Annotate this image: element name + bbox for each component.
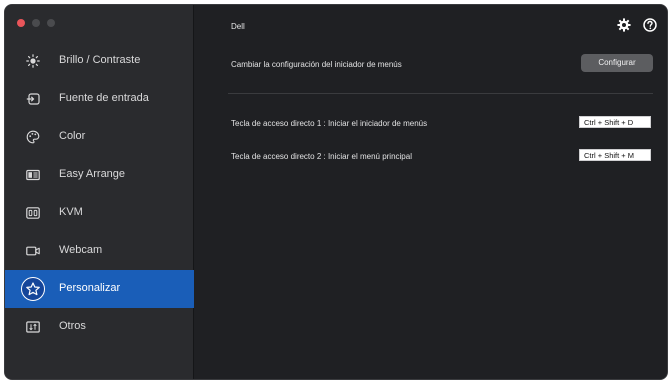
- header-actions: [617, 18, 657, 37]
- sidebar-nav: Brillo / Contraste Fuente de entrada Col…: [5, 42, 194, 346]
- sidebar-item-label: Personalizar: [59, 282, 121, 294]
- close-window-button[interactable]: [17, 19, 25, 27]
- kvm-icon: [25, 205, 41, 221]
- sidebar-item-label: Color: [59, 130, 86, 142]
- sidebar-item-label: Webcam: [59, 244, 103, 256]
- others-icon: [25, 319, 41, 335]
- sidebar-item-personalizar[interactable]: Personalizar: [5, 270, 194, 308]
- sidebar-item-label: Otros: [59, 320, 86, 332]
- menu-launcher-setting-label: Cambiar la configuración del iniciador d…: [231, 60, 402, 69]
- minimize-window-button[interactable]: [32, 19, 40, 27]
- sidebar-item-label: Fuente de entrada: [59, 92, 149, 104]
- webcam-icon: [25, 243, 41, 259]
- sidebar: Brillo / Contraste Fuente de entrada Col…: [5, 5, 194, 379]
- hotkey-2-label: Tecla de acceso directo 2 : Iniciar el m…: [231, 152, 412, 161]
- sidebar-item-label: Brillo / Contraste: [59, 54, 141, 66]
- sidebar-item-color[interactable]: Color: [5, 118, 194, 156]
- help-icon[interactable]: [643, 18, 657, 37]
- maximize-window-button[interactable]: [47, 19, 55, 27]
- sidebar-item-otros[interactable]: Otros: [5, 308, 194, 346]
- hotkey-2-field[interactable]: Ctrl + Shift + M: [579, 149, 651, 161]
- hotkey-1-field[interactable]: Ctrl + Shift + D: [579, 116, 651, 128]
- star-icon: [25, 281, 41, 297]
- sidebar-item-webcam[interactable]: Webcam: [5, 232, 194, 270]
- app-window: Brillo / Contraste Fuente de entrada Col…: [4, 4, 668, 380]
- hotkey-1-label: Tecla de acceso directo 1 : Iniciar el i…: [231, 119, 428, 128]
- sidebar-item-label: Easy Arrange: [59, 168, 126, 180]
- gear-icon[interactable]: [617, 18, 631, 37]
- main-panel: Dell Cambiar la configuración del inicia…: [194, 5, 667, 379]
- sidebar-item-fuente-de-entrada[interactable]: Fuente de entrada: [5, 80, 194, 118]
- input-source-icon: [25, 91, 41, 107]
- configure-button[interactable]: Configurar: [581, 54, 653, 72]
- page-title: Dell: [231, 22, 245, 31]
- sidebar-item-label: KVM: [59, 206, 83, 218]
- sidebar-item-easy-arrange[interactable]: Easy Arrange: [5, 156, 194, 194]
- palette-icon: [25, 129, 41, 145]
- sidebar-item-kvm[interactable]: KVM: [5, 194, 194, 232]
- brightness-icon: [25, 53, 41, 69]
- divider: [228, 93, 653, 94]
- layout-icon: [25, 167, 41, 183]
- sidebar-item-brillo-contraste[interactable]: Brillo / Contraste: [5, 42, 194, 80]
- window-controls: [17, 19, 55, 27]
